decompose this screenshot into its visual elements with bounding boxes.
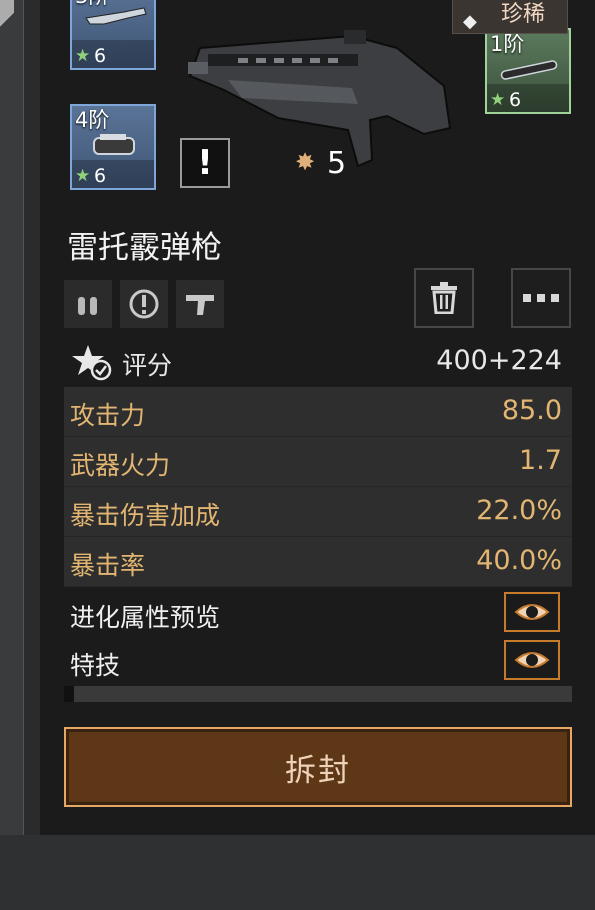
more-dots-icon (523, 294, 559, 302)
mod-star-count: 6 (94, 45, 107, 67)
left-edge-panel (0, 0, 24, 835)
unseal-button[interactable]: 拆封 (64, 727, 572, 807)
star-level-value: 5 (327, 146, 347, 181)
mod-tier-label: 3阶 (75, 0, 109, 10)
mod-star-icon: ★ (490, 90, 506, 110)
stat-label: 攻击力 (70, 401, 146, 430)
mod-slot-tier1[interactable]: 1阶 ★ 6 (485, 28, 571, 114)
bottom-background (0, 835, 595, 910)
mod-star-icon: ★ (75, 46, 91, 66)
horizontal-scrollbar[interactable] (64, 686, 572, 702)
stat-value: 1.7 (519, 445, 562, 476)
more-button[interactable] (511, 268, 571, 328)
eye-icon (514, 604, 550, 620)
eye-preview-button[interactable] (504, 640, 560, 680)
weapon-name: 雷托霰弹枪 (67, 230, 222, 266)
rarity-label: 珍稀 (501, 2, 546, 27)
stat-row-attack: 攻击力 85.0 (64, 387, 572, 437)
score-label: 评分 (122, 351, 173, 380)
mod-tier-label: 4阶 (75, 108, 110, 132)
rarity-badge: ◆ 珍稀 (452, 0, 568, 34)
mod-slot-tier4[interactable]: 4阶 ★ 6 (70, 104, 156, 190)
link-label: 特技 (70, 651, 121, 680)
mod-slot-tier3[interactable]: 3阶 ★ 6 (70, 0, 156, 70)
stat-value: 22.0% (476, 495, 562, 526)
left-edge-ornament (0, 0, 14, 40)
mod-star-count: 6 (94, 165, 107, 187)
mod-star-count: 6 (509, 89, 522, 111)
stat-row-crit-rate: 暴击率 40.0% (64, 537, 572, 587)
link-label: 进化属性预览 (70, 603, 221, 632)
magazine-mod-icon (93, 134, 135, 155)
score-row: 评分 400+224 (64, 337, 572, 387)
star-icon: ✸ (295, 148, 316, 176)
stat-row-firepower: 武器火力 1.7 (64, 437, 572, 487)
stat-value: 85.0 (501, 395, 562, 426)
scrollbar-thumb[interactable] (64, 686, 74, 702)
warning-button[interactable]: ! (180, 138, 230, 188)
stat-label: 暴击率 (70, 551, 146, 580)
special-skill-row[interactable]: 特技 (64, 637, 572, 687)
alert-circle-icon (120, 280, 168, 328)
delete-button[interactable] (414, 268, 474, 328)
evolution-preview-row[interactable]: 进化属性预览 (64, 589, 572, 639)
rating-star-icon (72, 345, 112, 381)
stat-label: 暴击伤害加成 (70, 501, 221, 530)
score-value: 400+224 (436, 345, 562, 376)
eye-preview-button[interactable] (504, 592, 560, 632)
smg-type-icon (176, 280, 224, 328)
stat-row-crit-damage: 暴击伤害加成 22.0% (64, 487, 572, 537)
ammo-icon (64, 280, 112, 328)
unseal-button-label: 拆封 (285, 752, 351, 789)
eye-icon (514, 652, 550, 668)
trash-icon (431, 282, 457, 314)
barrel-mod-icon (500, 60, 558, 80)
stat-value: 40.0% (476, 545, 562, 576)
mod-star-icon: ★ (75, 166, 91, 186)
gem-icon: ◆ (463, 11, 477, 32)
stat-label: 武器火力 (70, 451, 171, 480)
